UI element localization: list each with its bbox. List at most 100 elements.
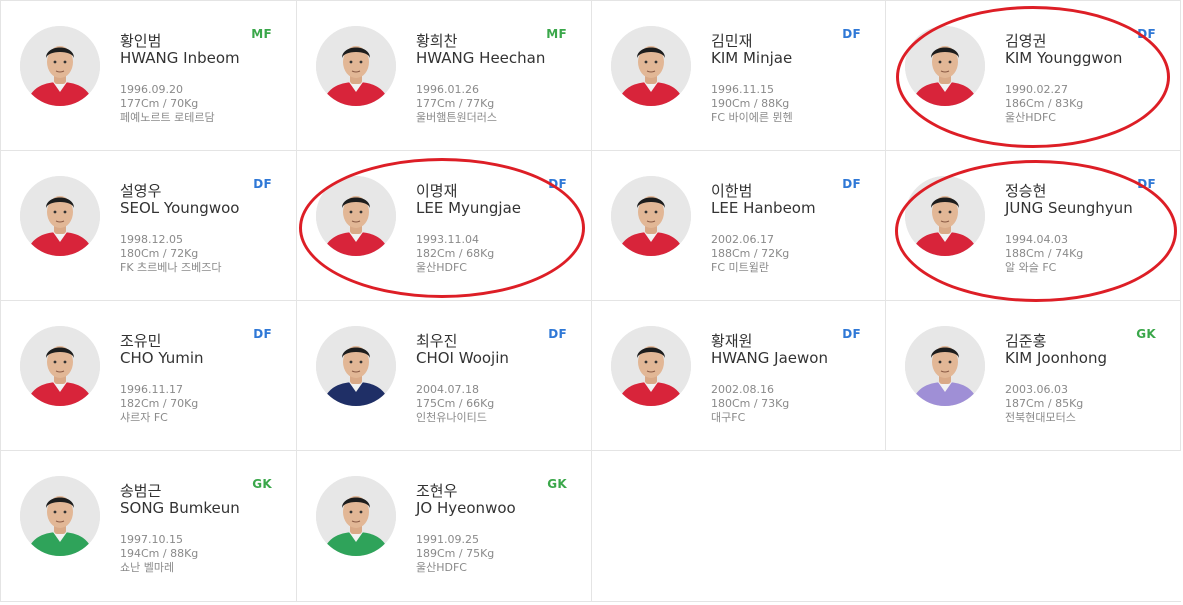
player-card[interactable]: DF 설영우 SEOL Youngwoo 1998.12.05 180Cm / …	[0, 151, 297, 301]
player-info: 1997.10.15 194Cm / 88Kg 쇼난 벨마레	[120, 533, 198, 575]
player-card[interactable]: DF 정승현 JUNG Seunghyun 1994.04.03 188Cm /…	[886, 151, 1181, 301]
player-birthdate: 1998.12.05	[120, 233, 183, 246]
player-korean-name: 김영권	[1005, 32, 1047, 50]
empty-cell	[592, 451, 886, 602]
player-birthdate: 1994.04.03	[1005, 233, 1068, 246]
player-korean-name: 황인범	[120, 32, 162, 50]
player-korean-name: 황재원	[711, 332, 753, 350]
player-grid: MF 황인범 HWANG Inbeom 1996.09.20 177Cm / 7…	[0, 0, 1181, 602]
player-birthdate: 1996.09.20	[120, 83, 183, 96]
player-korean-name: 송범근	[120, 482, 162, 500]
player-info: 1996.09.20 177Cm / 70Kg 페예노르트 로테르담	[120, 83, 215, 125]
player-birthdate: 1996.01.26	[416, 83, 479, 96]
player-height-weight: 182Cm / 68Kg	[416, 247, 495, 260]
player-english-name: HWANG Jaewon	[711, 349, 828, 367]
position-badge: DF	[842, 27, 861, 41]
player-english-name: KIM Minjae	[711, 49, 793, 67]
player-club: 울산HDFC	[416, 561, 467, 574]
player-card[interactable]: GK 김준홍 KIM Joonhong 2003.06.03 187Cm / 8…	[886, 301, 1181, 451]
player-height-weight: 194Cm / 88Kg	[120, 547, 199, 560]
player-birthdate: 2002.06.17	[711, 233, 774, 246]
player-club: FC 바이에른 뮌헨	[711, 111, 793, 124]
player-korean-name: 황희찬	[416, 32, 458, 50]
player-birthdate: 2003.06.03	[1005, 383, 1068, 396]
player-korean-name: 최우진	[416, 332, 458, 350]
player-card[interactable]: DF 김민재 KIM Minjae 1996.11.15 190Cm / 88K…	[592, 1, 886, 151]
player-info: 1993.11.04 182Cm / 68Kg 울산HDFC	[416, 233, 494, 275]
player-card[interactable]: DF 이한범 LEE Hanbeom 2002.06.17 188Cm / 72…	[592, 151, 886, 301]
player-height-weight: 189Cm / 75Kg	[416, 547, 495, 560]
player-club: FK 츠르베나 즈베즈다	[120, 261, 222, 274]
player-roster-page: MF 황인범 HWANG Inbeom 1996.09.20 177Cm / 7…	[0, 0, 1183, 605]
player-birthdate: 1993.11.04	[416, 233, 479, 246]
player-info: 1990.02.27 186Cm / 83Kg 울산HDFC	[1005, 83, 1083, 125]
player-height-weight: 180Cm / 72Kg	[120, 247, 199, 260]
position-badge: DF	[1137, 27, 1156, 41]
player-info: 2002.06.17 188Cm / 72Kg FC 미트윌란	[711, 233, 789, 275]
position-badge: DF	[842, 177, 861, 191]
player-photo	[611, 26, 691, 106]
player-english-name: JUNG Seunghyun	[1005, 199, 1133, 217]
player-card[interactable]: DF 조유민 CHO Yumin 1996.11.17 182Cm / 70Kg…	[0, 301, 297, 451]
position-badge: GK	[1136, 327, 1156, 341]
player-birthdate: 1996.11.15	[711, 83, 774, 96]
player-height-weight: 190Cm / 88Kg	[711, 97, 790, 110]
player-birthdate: 1996.11.17	[120, 383, 183, 396]
position-badge: MF	[251, 27, 272, 41]
player-korean-name: 설영우	[120, 182, 162, 200]
player-birthdate: 1991.09.25	[416, 533, 479, 546]
player-photo	[905, 326, 985, 406]
player-club: FC 미트윌란	[711, 261, 769, 274]
player-info: 1998.12.05 180Cm / 72Kg FK 츠르베나 즈베즈다	[120, 233, 222, 275]
player-card[interactable]: DF 최우진 CHOI Woojin 2004.07.18 175Cm / 66…	[297, 301, 592, 451]
player-english-name: CHOI Woojin	[416, 349, 509, 367]
player-height-weight: 177Cm / 77Kg	[416, 97, 495, 110]
position-badge: MF	[546, 27, 567, 41]
player-english-name: LEE Hanbeom	[711, 199, 816, 217]
player-korean-name: 이한범	[711, 182, 753, 200]
player-card[interactable]: DF 이명재 LEE Myungjae 1993.11.04 182Cm / 6…	[297, 151, 592, 301]
position-badge: DF	[253, 177, 272, 191]
player-english-name: LEE Myungjae	[416, 199, 522, 217]
empty-cell	[886, 451, 1181, 602]
position-badge: DF	[253, 327, 272, 341]
player-height-weight: 180Cm / 73Kg	[711, 397, 790, 410]
player-birthdate: 2004.07.18	[416, 383, 479, 396]
player-card[interactable]: GK 송범근 SONG Bumkeun 1997.10.15 194Cm / 8…	[0, 451, 297, 602]
player-height-weight: 175Cm / 66Kg	[416, 397, 495, 410]
player-photo	[20, 26, 100, 106]
player-korean-name: 김준홍	[1005, 332, 1047, 350]
position-badge: DF	[548, 177, 567, 191]
player-info: 2004.07.18 175Cm / 66Kg 인천유나이티드	[416, 383, 494, 425]
player-korean-name: 조현우	[416, 482, 458, 500]
player-english-name: JO Hyeonwoo	[416, 499, 516, 517]
player-photo	[316, 26, 396, 106]
player-card[interactable]: MF 황희찬 HWANG Heechan 1996.01.26 177Cm / …	[297, 1, 592, 151]
player-english-name: SONG Bumkeun	[120, 499, 240, 517]
player-card[interactable]: GK 조현우 JO Hyeonwoo 1991.09.25 189Cm / 75…	[297, 451, 592, 602]
player-card[interactable]: DF 김영권 KIM Younggwon 1990.02.27 186Cm / …	[886, 1, 1181, 151]
player-info: 2003.06.03 187Cm / 85Kg 전북현대모터스	[1005, 383, 1083, 425]
player-info: 1994.04.03 188Cm / 74Kg 알 와슬 FC	[1005, 233, 1083, 275]
player-photo	[611, 326, 691, 406]
player-birthdate: 2002.08.16	[711, 383, 774, 396]
player-card[interactable]: DF 황재원 HWANG Jaewon 2002.08.16 180Cm / 7…	[592, 301, 886, 451]
player-photo	[20, 176, 100, 256]
player-height-weight: 188Cm / 74Kg	[1005, 247, 1084, 260]
player-photo	[905, 176, 985, 256]
player-club: 페예노르트 로테르담	[120, 111, 215, 124]
player-info: 2002.08.16 180Cm / 73Kg 대구FC	[711, 383, 789, 425]
player-height-weight: 187Cm / 85Kg	[1005, 397, 1084, 410]
player-height-weight: 186Cm / 83Kg	[1005, 97, 1084, 110]
player-club: 대구FC	[711, 411, 746, 424]
player-info: 1991.09.25 189Cm / 75Kg 울산HDFC	[416, 533, 494, 575]
player-info: 1996.11.15 190Cm / 88Kg FC 바이에른 뮌헨	[711, 83, 793, 125]
player-card[interactable]: MF 황인범 HWANG Inbeom 1996.09.20 177Cm / 7…	[0, 1, 297, 151]
player-photo	[20, 326, 100, 406]
player-english-name: HWANG Inbeom	[120, 49, 240, 67]
player-club: 울산HDFC	[416, 261, 467, 274]
player-height-weight: 182Cm / 70Kg	[120, 397, 199, 410]
player-birthdate: 1990.02.27	[1005, 83, 1068, 96]
player-korean-name: 조유민	[120, 332, 162, 350]
player-info: 1996.01.26 177Cm / 77Kg 울버햄튼원더러스	[416, 83, 497, 125]
